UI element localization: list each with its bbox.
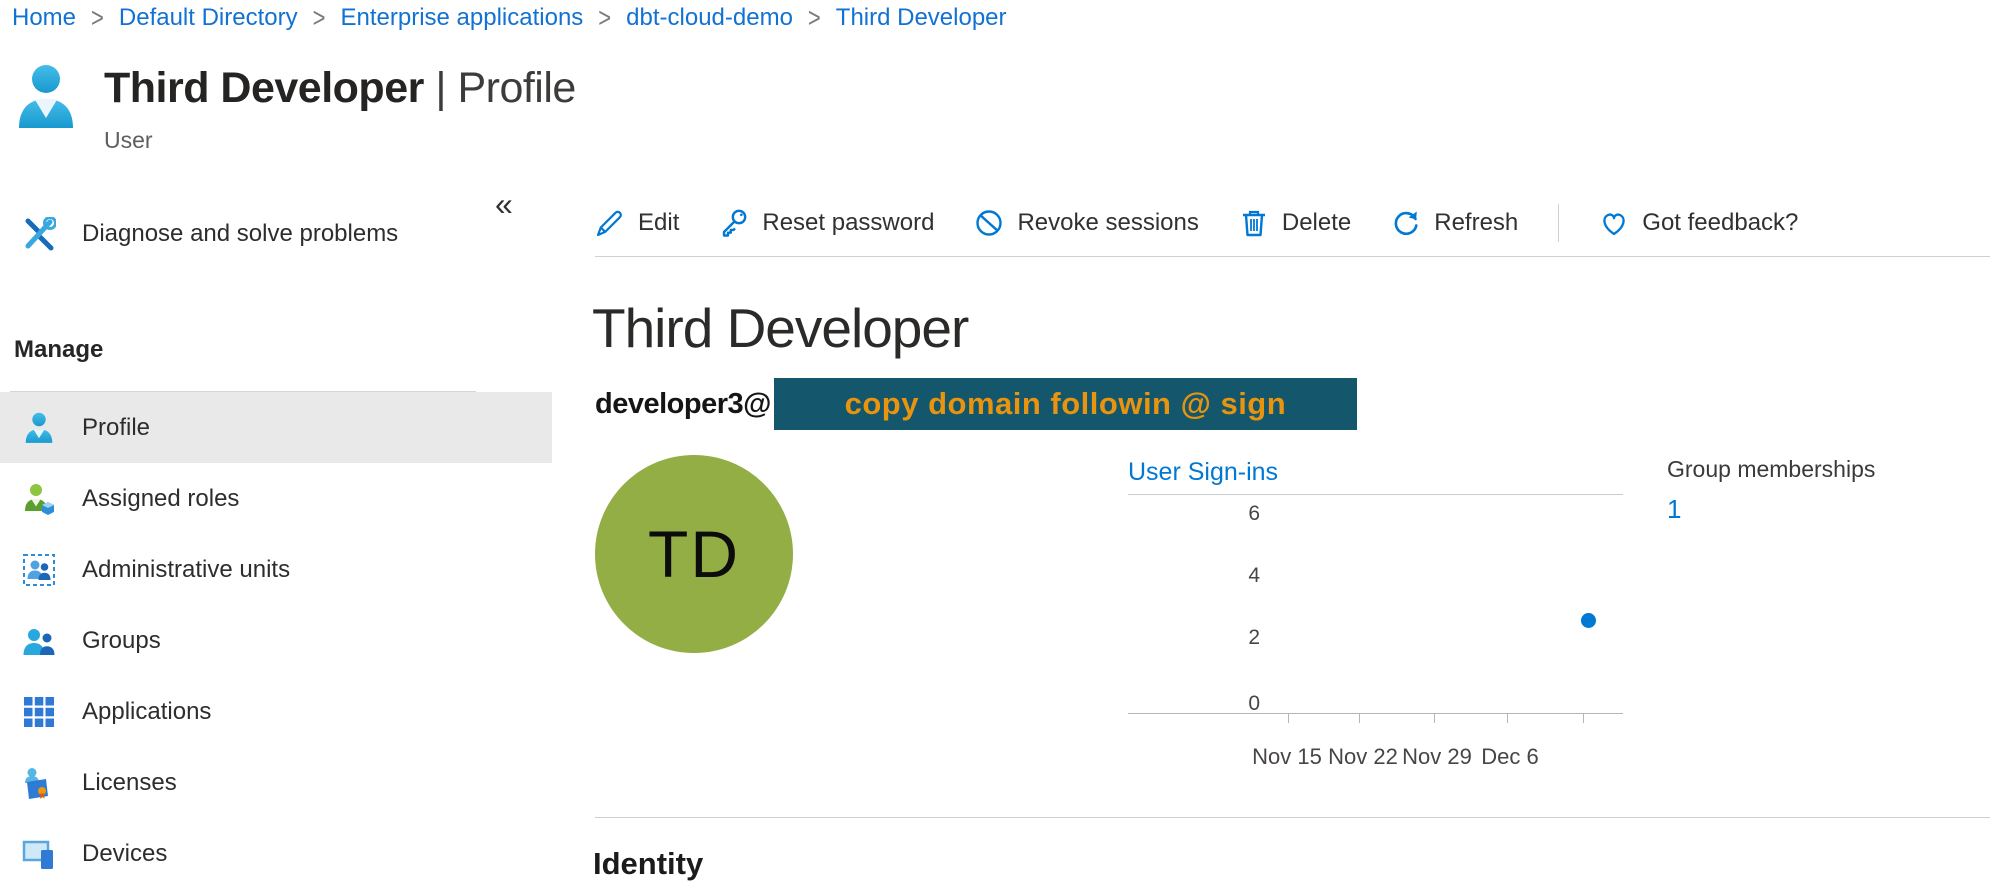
avatar[interactable]: TD <box>595 455 793 653</box>
command-bar: Edit Reset password Revoke sessions <box>595 190 1990 257</box>
group-memberships-value-link[interactable]: 1 <box>1667 494 1875 525</box>
edit-button[interactable]: Edit <box>595 208 679 238</box>
got-feedback-label: Got feedback? <box>1642 209 1798 237</box>
revoke-sessions-button[interactable]: Revoke sessions <box>974 208 1198 238</box>
pencil-icon <box>595 208 625 238</box>
heart-icon <box>1599 208 1629 238</box>
x-axis-tick <box>1434 713 1435 723</box>
sidebar-item-administrative-units[interactable]: Administrative units <box>0 534 552 605</box>
crossed-tools-icon <box>22 217 56 251</box>
person-cube-icon <box>22 482 56 516</box>
group-memberships-label: Group memberships <box>1667 456 1875 483</box>
delete-button[interactable]: Delete <box>1239 208 1351 238</box>
sidebar-item-label: Groups <box>82 627 161 655</box>
y-tick-label: 6 <box>1220 502 1260 526</box>
trash-icon <box>1239 208 1269 238</box>
x-tick-label: Dec 6 <box>1462 744 1558 770</box>
breadcrumb-default-directory[interactable]: Default Directory <box>119 4 298 32</box>
breadcrumb-separator: > <box>808 2 821 35</box>
user-signins-chart: User Sign-ins 6 4 2 0 Nov 15 Nov 22 Nov … <box>1128 458 1628 788</box>
page-title-section: Profile <box>457 64 575 112</box>
sidebar-item-label: Applications <box>82 698 211 726</box>
breadcrumb-third-developer[interactable]: Third Developer <box>836 4 1007 32</box>
key-icon <box>719 208 749 238</box>
two-people-icon <box>22 624 56 658</box>
sidebar-item-assigned-roles[interactable]: Assigned roles <box>0 463 552 534</box>
page-title-block: Third Developer | Profile User <box>104 62 576 154</box>
person-icon <box>22 411 56 445</box>
edit-label: Edit <box>638 209 679 237</box>
y-tick-label: 4 <box>1220 564 1260 588</box>
reset-password-button[interactable]: Reset password <box>719 208 934 238</box>
sidebar: « Diagnose and solve problems Manage <box>0 150 552 884</box>
block-icon <box>974 208 1004 238</box>
x-axis-tick <box>1583 713 1584 723</box>
refresh-icon <box>1391 208 1421 238</box>
grid-icon <box>22 695 56 729</box>
sidebar-item-label: Assigned roles <box>82 485 239 513</box>
page-title-name: Third Developer <box>104 64 424 112</box>
revoke-sessions-label: Revoke sessions <box>1017 209 1198 237</box>
group-memberships: Group memberships 1 <box>1667 456 1875 525</box>
sidebar-item-label: Devices <box>82 840 167 868</box>
section-divider <box>595 817 1990 818</box>
x-axis-tick <box>1288 713 1289 723</box>
redacted-domain-annotation: copy domain followin @ sign <box>774 378 1357 430</box>
x-axis-tick <box>1507 713 1508 723</box>
person-certificate-icon <box>22 766 56 800</box>
breadcrumb-home[interactable]: Home <box>12 4 76 32</box>
user-display-name: Third Developer <box>592 296 968 360</box>
reset-password-label: Reset password <box>762 209 934 237</box>
avatar-initials: TD <box>648 516 740 592</box>
breadcrumb-dbt-cloud-demo[interactable]: dbt-cloud-demo <box>626 4 793 32</box>
sidebar-item-applications[interactable]: Applications <box>0 676 552 747</box>
dashed-box-people-icon <box>22 553 56 587</box>
sidebar-section-manage: Manage <box>14 336 103 364</box>
refresh-label: Refresh <box>1434 209 1518 237</box>
azure-user-profile-page: Home > Default Directory > Enterprise ap… <box>0 0 2004 884</box>
page-title: Third Developer | Profile <box>104 64 576 113</box>
sidebar-item-label: Licenses <box>82 769 177 797</box>
sidebar-item-label: Diagnose and solve problems <box>82 220 398 248</box>
sidebar-item-profile[interactable]: Profile <box>0 392 552 463</box>
y-tick-label: 2 <box>1220 626 1260 650</box>
email-prefix: developer3@ <box>595 388 771 421</box>
page-header: Third Developer | Profile User <box>14 62 576 154</box>
breadcrumb-separator: > <box>313 2 326 35</box>
breadcrumb-separator: > <box>91 2 104 35</box>
breadcrumb-separator: > <box>598 2 611 35</box>
x-axis-tick <box>1359 713 1360 723</box>
sidebar-item-label: Administrative units <box>82 556 290 584</box>
toolbar-separator <box>1558 204 1559 242</box>
got-feedback-button[interactable]: Got feedback? <box>1599 208 1798 238</box>
page-title-divider: | <box>435 64 446 112</box>
sidebar-item-diagnose[interactable]: Diagnose and solve problems <box>0 198 552 269</box>
x-axis-line <box>1128 713 1623 714</box>
sidebar-item-licenses[interactable]: Licenses <box>0 747 552 818</box>
refresh-button[interactable]: Refresh <box>1391 208 1518 238</box>
signin-data-point <box>1581 613 1596 628</box>
sidebar-item-groups[interactable]: Groups <box>0 605 552 676</box>
sidebar-item-devices[interactable]: Devices <box>0 818 552 884</box>
breadcrumb: Home > Default Directory > Enterprise ap… <box>12 4 1007 32</box>
chart-title-rule <box>1128 494 1623 495</box>
user-person-icon <box>14 62 78 154</box>
monitor-phone-icon <box>22 837 56 871</box>
delete-label: Delete <box>1282 209 1351 237</box>
user-signins-link[interactable]: User Sign-ins <box>1128 458 1278 487</box>
user-principal-name: developer3@ copy domain followin @ sign <box>595 378 1357 430</box>
redaction-note-text: copy domain followin @ sign <box>845 386 1287 422</box>
breadcrumb-enterprise-applications[interactable]: Enterprise applications <box>340 4 583 32</box>
sidebar-item-label: Profile <box>82 414 150 442</box>
identity-section-heading: Identity <box>593 846 703 882</box>
